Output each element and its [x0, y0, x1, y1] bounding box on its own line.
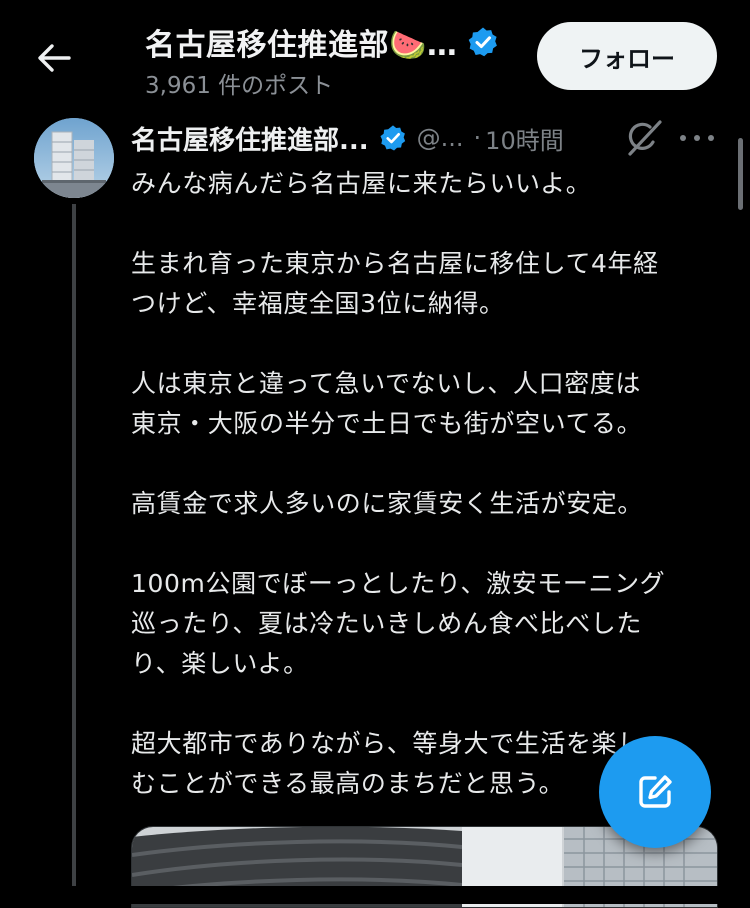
avatar[interactable] [34, 118, 114, 198]
post-count: 3,961 件のポスト [145, 73, 334, 99]
header-title-row: 名古屋移住推進部🍉… [145, 22, 499, 63]
more-horizontal-icon [680, 135, 686, 141]
grok-icon [628, 120, 662, 156]
more-options-button[interactable] [680, 124, 714, 152]
bottom-edge [0, 886, 750, 904]
avatar-image [34, 118, 114, 198]
verified-badge-icon [467, 26, 499, 58]
separator-dot: · [473, 124, 482, 152]
tweet-meta: 名古屋移住推進部... @... · 10時間 [131, 118, 564, 158]
tweet-line: 生まれ育った東京から名古屋に移住して4年経 [131, 249, 659, 278]
tweet-line: 高賃金で求人多いのに家賃安く生活が安定。 [131, 489, 644, 518]
tweet-line: 100m公園でぼーっとしたり、激安モーニング [131, 569, 666, 598]
grok-button[interactable] [624, 120, 664, 156]
tweet-line: つけど、幸福度全国3位に納得。 [131, 289, 505, 318]
thread-line [72, 204, 76, 888]
tweet-line: 人は東京と違って急いでないし、人口密度は [131, 369, 642, 398]
arrow-left-icon [38, 44, 71, 72]
compose-button[interactable] [599, 736, 711, 848]
more-horizontal-icon [708, 135, 714, 141]
tweet-line: みんな病んだら名古屋に来たらいいよ。 [131, 169, 592, 198]
timestamp[interactable]: 10時間 [485, 121, 564, 156]
tweet-line: 巡ったり、夏は冷たいきしめん食べ比べした [131, 609, 643, 638]
tweet-text: みんな病んだら名古屋に来たらいいよ。 生まれ育った東京から名古屋に移住して4年経… [131, 164, 731, 804]
profile-header: 名古屋移住推進部🍉… 3,961 件のポスト フォロー [0, 0, 750, 112]
handle[interactable]: @... [417, 124, 464, 152]
scrollbar[interactable] [738, 138, 743, 210]
header-title: 名古屋移住推進部🍉… [145, 28, 458, 63]
back-button[interactable] [30, 38, 78, 78]
follow-button[interactable]: フォロー [537, 22, 717, 90]
more-horizontal-icon [694, 135, 700, 141]
display-name[interactable]: 名古屋移住推進部... [131, 120, 369, 157]
verified-badge-icon [379, 124, 407, 152]
compose-icon [639, 775, 672, 808]
tweet-line: 東京・大阪の半分で土日でも街が空いてる。 [131, 409, 643, 438]
tweet-line: り、楽しいよ。 [131, 649, 309, 678]
